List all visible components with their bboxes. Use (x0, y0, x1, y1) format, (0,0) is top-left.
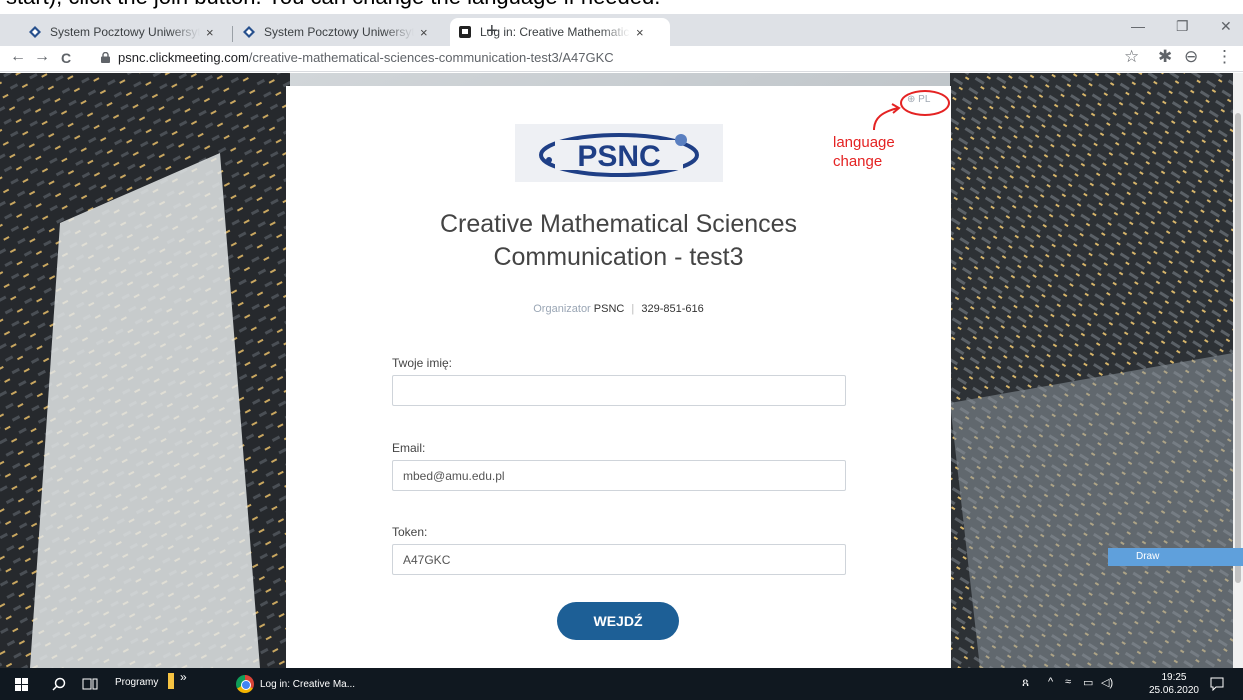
mail-diamond-icon (243, 26, 255, 38)
event-title-line1: Creative Mathematical Sciences (439, 210, 798, 238)
draw-tool-tab[interactable]: Draw (1108, 548, 1243, 566)
windows-start-icon[interactable] (15, 678, 28, 691)
close-window-button[interactable]: ✕ (1220, 18, 1232, 35)
url-path: /creative-mathematical-sciences-communic… (248, 50, 614, 65)
taskbar-app-label: Log in: Creative Ma... (260, 678, 356, 690)
profile-icon[interactable]: ⊖ (1184, 47, 1198, 67)
psnc-logo-image: PSNC (539, 133, 699, 177)
extensions-icon[interactable]: ✱ (1158, 47, 1172, 67)
browser-menu-icon[interactable]: ⋮ (1216, 47, 1233, 67)
folder-icon[interactable] (168, 673, 174, 689)
tab-title: System Pocztowy Uniwersytetu im (50, 25, 200, 39)
tab-close-icon[interactable]: × (206, 25, 214, 40)
url-host: psnc.clickmeeting.com (118, 50, 249, 65)
lock-icon (101, 52, 110, 63)
battery-icon[interactable]: ▭ (1083, 676, 1093, 689)
organizer-label: Organizator (533, 303, 591, 315)
programs-toolbar[interactable]: Programy (115, 677, 158, 688)
tray-chevron-icon[interactable]: ^ (1048, 676, 1053, 688)
new-tab-button[interactable]: + (486, 20, 498, 43)
clock-time: 19:25 (1161, 672, 1187, 683)
tab-clickmeeting[interactable]: Log in: Creative Mathematical Sc × (450, 18, 670, 46)
organizer-separator: | (631, 303, 635, 315)
join-button[interactable]: WEJDŹ (557, 602, 679, 640)
annotation-line2: change (833, 153, 883, 170)
address-bar[interactable]: psnc.clickmeeting.com/creative-mathemati… (118, 50, 614, 65)
annotation-text: language change (833, 133, 895, 171)
restore-button[interactable]: ❐ (1176, 18, 1189, 35)
psnc-logo: PSNC (515, 124, 723, 182)
tab-mail-1[interactable]: System Pocztowy Uniwersytetu im × (20, 18, 230, 46)
tab-title: System Pocztowy Uniwersytetu im (264, 25, 414, 39)
page-scrollbar[interactable] (1233, 73, 1243, 668)
psnc-logo-text: PSNC (577, 140, 660, 173)
volume-icon[interactable]: ◁) (1101, 676, 1113, 689)
tab-close-icon[interactable]: × (420, 25, 428, 40)
minimize-button[interactable]: — (1131, 18, 1145, 34)
browser-toolbar: ← → C psnc.clickmeeting.com/creative-mat… (0, 46, 1243, 72)
browser-tab-strip: System Pocztowy Uniwersytetu im × System… (0, 14, 1243, 46)
taskbar-clock[interactable]: 19:25 25.06.2020 (1149, 671, 1199, 697)
event-title: Creative Mathematical Sciences Communica… (286, 208, 951, 274)
meeting-id: 329-851-616 (641, 303, 704, 315)
annotation-line1: language (833, 134, 895, 151)
name-input[interactable] (392, 375, 846, 406)
task-view-icon[interactable] (82, 677, 98, 691)
reload-button[interactable]: C (61, 50, 71, 66)
instruction-caption: start), click the join button. You can c… (0, 0, 1243, 14)
token-label: Token: (392, 525, 428, 539)
taskbar-chrome-app[interactable]: Log in: Creative Ma... (232, 668, 372, 700)
name-label: Twoje imię: (392, 356, 453, 370)
people-icon[interactable]: ጸ (1022, 675, 1029, 690)
email-label: Email: (392, 441, 426, 455)
email-input[interactable]: mbed@amu.edu.pl (392, 460, 846, 491)
tab-mail-2[interactable]: System Pocztowy Uniwersytetu im × (234, 18, 446, 46)
wifi-icon[interactable]: ≈ (1065, 676, 1071, 688)
chrome-icon (236, 675, 254, 693)
token-input[interactable]: A47GKC (392, 544, 846, 575)
mail-diamond-icon (29, 26, 41, 38)
notifications-icon[interactable] (1210, 677, 1224, 691)
bookmark-star-icon[interactable]: ☆ (1124, 47, 1139, 67)
toolbar-chevron[interactable]: » (180, 670, 187, 684)
clickmeeting-icon (459, 26, 471, 38)
organizer-info: Organizator PSNC | 329-851-616 (286, 303, 951, 315)
back-button[interactable]: ← (10, 48, 26, 66)
tab-divider (232, 26, 233, 42)
tab-close-icon[interactable]: × (636, 25, 644, 40)
scrollbar-thumb[interactable] (1235, 113, 1241, 583)
instruction-caption-text: start), click the join button. You can c… (6, 0, 660, 10)
windows-taskbar: Programy » Log in: Creative Ma... ጸ ^ ≈ … (0, 668, 1243, 700)
annotation-arrow-icon (873, 103, 901, 131)
event-title-line2: Communication - test3 (493, 243, 744, 271)
forward-button[interactable]: → (34, 48, 50, 66)
clock-date: 25.06.2020 (1148, 685, 1199, 696)
tab-title: Log in: Creative Mathematical Sc (480, 25, 630, 39)
annotation-circle (900, 90, 950, 116)
organizer-name: PSNC (593, 303, 625, 315)
search-icon[interactable] (52, 677, 66, 691)
